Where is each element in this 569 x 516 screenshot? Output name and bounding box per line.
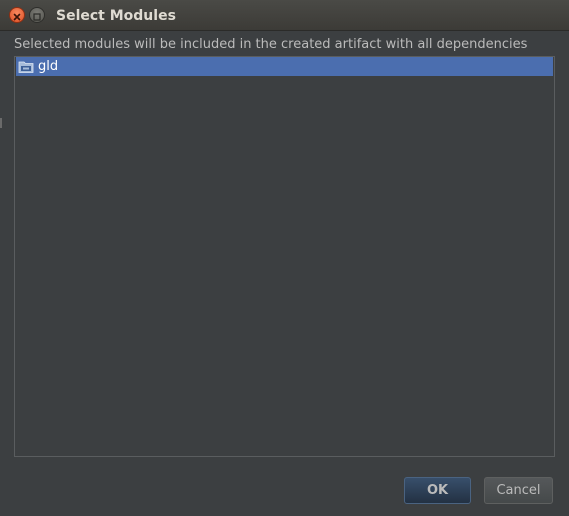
- module-folder-icon: [18, 60, 35, 74]
- maximize-window-button[interactable]: [29, 7, 45, 23]
- cancel-button[interactable]: Cancel: [484, 477, 553, 504]
- window-edge-mark: [0, 118, 2, 128]
- close-icon: [13, 6, 21, 25]
- maximize-icon: [33, 6, 41, 25]
- close-window-button[interactable]: [9, 7, 25, 23]
- ok-button[interactable]: OK: [404, 477, 471, 504]
- dialog-description: Selected modules will be included in the…: [14, 37, 528, 52]
- title-bar: Select Modules: [0, 0, 569, 31]
- module-label: gld: [38, 59, 59, 74]
- module-list[interactable]: gld: [14, 56, 555, 457]
- window-title: Select Modules: [56, 8, 176, 24]
- list-item-module[interactable]: gld: [16, 57, 553, 76]
